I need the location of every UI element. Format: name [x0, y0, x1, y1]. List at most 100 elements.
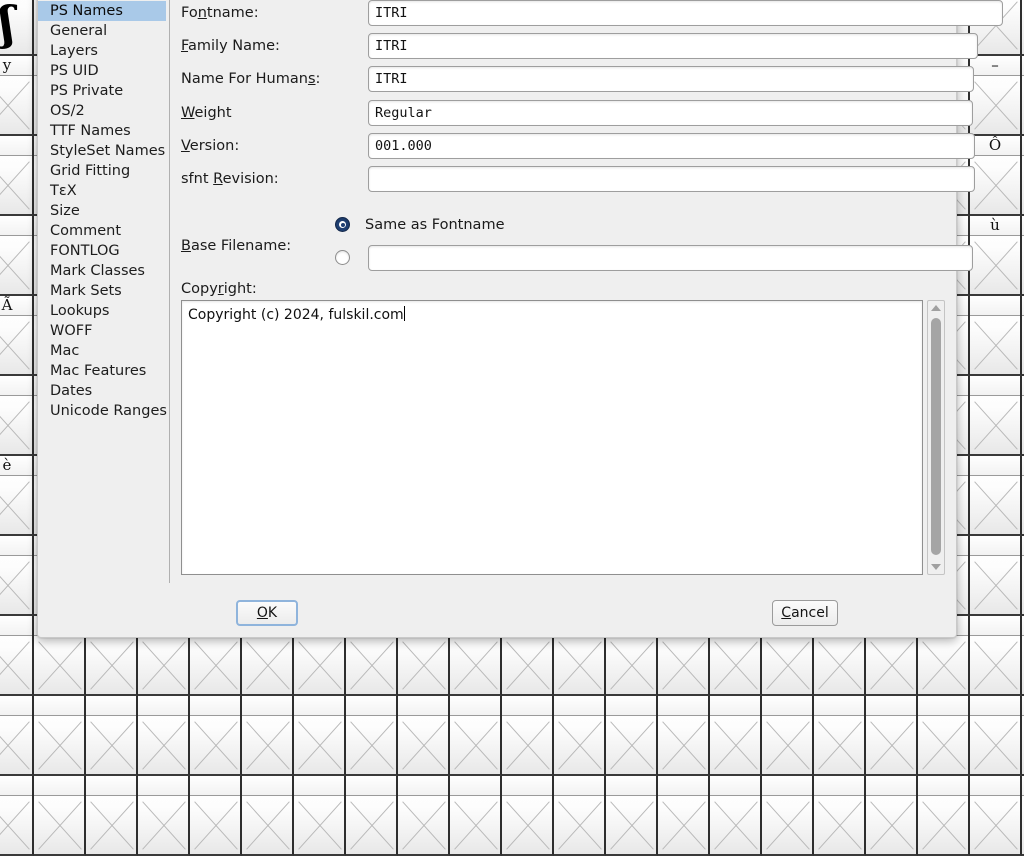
glyph-cell[interactable] [398, 696, 450, 776]
glyph-cell[interactable] [242, 776, 294, 856]
base-filename-custom-input[interactable] [368, 245, 973, 271]
name-for-humans-input[interactable]: ITRI [368, 66, 974, 92]
glyph-cell[interactable] [970, 536, 1022, 616]
sidebar-item-ps-names[interactable]: PS Names [38, 1, 166, 21]
glyph-cell[interactable]: y [0, 56, 34, 136]
sidebar-item-ps-private[interactable]: PS Private [38, 81, 166, 101]
glyph-cell[interactable] [0, 616, 34, 696]
glyph-cell[interactable] [970, 376, 1022, 456]
glyph-cell[interactable] [554, 776, 606, 856]
glyph-cell[interactable] [970, 616, 1022, 696]
scrollbar-thumb[interactable] [931, 318, 941, 555]
glyph-cell[interactable] [970, 296, 1022, 376]
font-info-category-list[interactable]: PS Names General Layers PS UID PS Private OS/… [38, 0, 167, 591]
glyph-cell[interactable] [86, 776, 138, 856]
sidebar-item-ps-uid[interactable]: PS UID [38, 61, 166, 81]
copyright-textarea[interactable]: Copyright (c) 2024, fulskil.com [181, 300, 923, 575]
sfnt-revision-input[interactable] [368, 166, 975, 192]
glyph-cell[interactable] [502, 696, 554, 776]
glyph-cell[interactable] [242, 696, 294, 776]
sidebar-item-mac[interactable]: Mac [38, 341, 166, 361]
glyph-cell[interactable] [762, 776, 814, 856]
glyph-cell[interactable] [762, 696, 814, 776]
glyph-cell[interactable] [918, 776, 970, 856]
glyph-cell[interactable]: ʃ [0, 0, 34, 56]
sidebar-item-lookups[interactable]: Lookups [38, 301, 166, 321]
glyph-cell[interactable] [0, 776, 34, 856]
glyph-cell[interactable] [398, 776, 450, 856]
glyph-cell[interactable] [554, 696, 606, 776]
sidebar-item-fontlog[interactable]: FONTLOG [38, 241, 166, 261]
ok-button[interactable]: OK [236, 600, 298, 626]
glyph-cell[interactable] [0, 376, 34, 456]
glyph-cell[interactable] [606, 696, 658, 776]
scroll-down-arrow-icon[interactable] [928, 560, 944, 574]
glyph-cell[interactable] [970, 456, 1022, 536]
glyph-cell[interactable] [866, 696, 918, 776]
sidebar-item-mark-classes[interactable]: Mark Classes [38, 261, 166, 281]
glyph-cell[interactable] [0, 536, 34, 616]
glyph-cell[interactable] [294, 696, 346, 776]
glyph-cell[interactable] [710, 696, 762, 776]
glyph-cell[interactable] [918, 696, 970, 776]
sidebar-item-unicode-ranges[interactable]: Unicode Ranges [38, 401, 167, 421]
glyph-cell-label: Ô [970, 136, 1020, 156]
glyph-cell[interactable] [346, 696, 398, 776]
sidebar-item-mac-features[interactable]: Mac Features [38, 361, 166, 381]
sidebar-item-t-x[interactable]: TεX [38, 181, 166, 201]
glyph-cell[interactable]: Ã [0, 296, 34, 376]
weight-input[interactable]: Regular [368, 100, 973, 126]
glyph-cell[interactable]: è [0, 456, 34, 536]
glyph-cell-label [970, 456, 1020, 476]
glyph-cell[interactable] [190, 696, 242, 776]
glyph-cell[interactable] [138, 696, 190, 776]
glyph-cell[interactable] [190, 776, 242, 856]
glyph-cell[interactable] [0, 696, 34, 776]
glyph-cell[interactable] [294, 776, 346, 856]
base-filename-same-radio[interactable] [335, 217, 350, 232]
glyph-cell[interactable] [86, 696, 138, 776]
glyph-cell[interactable] [970, 776, 1022, 856]
glyph-cell[interactable] [970, 696, 1022, 776]
glyph-cell[interactable] [346, 776, 398, 856]
glyph-cell[interactable] [34, 776, 86, 856]
glyph-cell[interactable] [450, 776, 502, 856]
sidebar-item-general[interactable]: General [38, 21, 166, 41]
glyph-cell[interactable] [710, 776, 762, 856]
glyph-cell[interactable] [606, 776, 658, 856]
sidebar-item-grid-fitting[interactable]: Grid Fitting [38, 161, 166, 181]
cancel-button[interactable]: Cancel [772, 600, 838, 626]
glyph-cell[interactable] [866, 776, 918, 856]
sidebar-item-mark-sets[interactable]: Mark Sets [38, 281, 166, 301]
glyph-cell[interactable] [658, 696, 710, 776]
base-filename-custom-radio[interactable] [335, 250, 350, 265]
sidebar-item-ttf-names[interactable]: TTF Names [38, 121, 166, 141]
sidebar-item-woff[interactable]: WOFF [38, 321, 166, 341]
glyph-cell[interactable] [502, 776, 554, 856]
fontname-input[interactable]: ITRI [368, 0, 1003, 26]
version-input[interactable]: 001.000 [368, 133, 975, 159]
family-name-label: Family Name: [181, 38, 280, 54]
glyph-cell[interactable] [138, 776, 190, 856]
copyright-scrollbar[interactable] [927, 300, 945, 575]
glyph-cell[interactable] [0, 216, 34, 296]
glyph-cell[interactable]: Ô [970, 136, 1022, 216]
sidebar-item-layers[interactable]: Layers [38, 41, 166, 61]
scroll-up-arrow-icon[interactable] [928, 301, 944, 315]
glyph-cell[interactable]: ù [970, 216, 1022, 296]
glyph-cell[interactable] [814, 776, 866, 856]
glyph-cell[interactable] [658, 776, 710, 856]
sidebar-item-dates[interactable]: Dates [38, 381, 166, 401]
ps-names-form: Fontname: ITRI Family Name: ITRI Name Fo… [178, 0, 1003, 591]
glyph-cell-body [554, 636, 604, 694]
glyph-cell[interactable] [814, 696, 866, 776]
glyph-cell[interactable] [34, 696, 86, 776]
glyph-cell[interactable]: – [970, 56, 1022, 136]
sidebar-item-comment[interactable]: Comment [38, 221, 166, 241]
sidebar-item-os-2[interactable]: OS/2 [38, 101, 166, 121]
sidebar-item-size[interactable]: Size [38, 201, 166, 221]
glyph-cell[interactable] [0, 136, 34, 216]
family-name-input[interactable]: ITRI [368, 33, 978, 59]
glyph-cell[interactable] [450, 696, 502, 776]
sidebar-item-styleset-names[interactable]: StyleSet Names [38, 141, 166, 161]
